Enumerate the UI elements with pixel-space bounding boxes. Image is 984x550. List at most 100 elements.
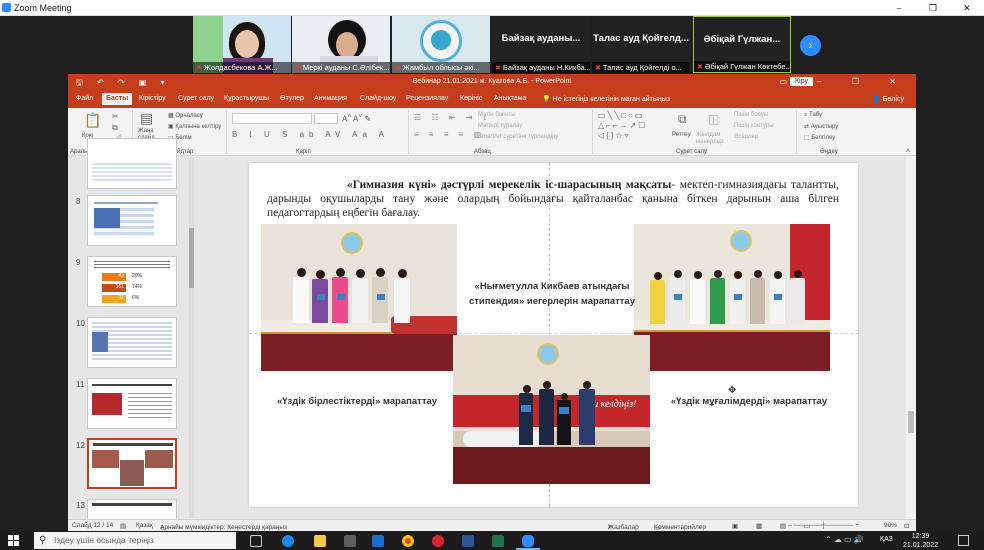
task-view-icon[interactable] bbox=[250, 535, 262, 547]
store-icon[interactable] bbox=[344, 535, 356, 547]
find-button[interactable]: ⌕ Табу bbox=[804, 112, 822, 119]
participant-tile[interactable]: Байзақ ауданы... ✖ Байзақ ауданы Н.Кикба.… bbox=[492, 16, 590, 73]
tab-animation[interactable]: Анимация bbox=[314, 95, 347, 102]
spellcheck-icon[interactable]: ▤ bbox=[120, 522, 126, 530]
participant-tile[interactable]: ✖ Жолдасбекова А.Ж... bbox=[193, 16, 291, 73]
participant-tile[interactable]: ✖ Жамбыл облысы әкі... bbox=[392, 16, 490, 73]
zoom-level[interactable]: 90% bbox=[884, 522, 897, 529]
next-participants-button[interactable]: › bbox=[800, 35, 821, 56]
edge-icon[interactable] bbox=[282, 535, 294, 547]
zoom-logo-icon bbox=[2, 3, 11, 12]
chrome-icon[interactable] bbox=[402, 535, 414, 547]
tab-transitions[interactable]: Өтулер bbox=[280, 95, 304, 102]
muted-mic-icon: ✖ bbox=[495, 65, 501, 72]
tab-home[interactable]: Басты bbox=[102, 93, 133, 105]
slide-number: 9 bbox=[76, 258, 81, 267]
windows-taskbar: ⚲ Іздеу үшін осында теріңіз ⌃ ☁ ▭ 🔊 ҚАЗ … bbox=[0, 531, 984, 550]
stat-value: 161 bbox=[102, 284, 126, 292]
slide-thumbnail[interactable]: 43 20% 161 74% 11 6% bbox=[87, 256, 177, 307]
align-buttons[interactable]: ≡ ≡ ≡ ≡ ▥ bbox=[414, 130, 485, 139]
text-direction-button[interactable]: Мәтін бағыты bbox=[478, 112, 516, 118]
excel-icon[interactable] bbox=[492, 535, 504, 547]
shape-outline-button[interactable]: Пішін контуры bbox=[734, 123, 774, 129]
tab-help[interactable]: Анықтама bbox=[494, 95, 526, 102]
participant-name: ✖ Жолдасбекова А.Ж... bbox=[193, 62, 291, 73]
ribbon-tabs: Файл Басты Кірістіру Сурет салу Құрастыр… bbox=[68, 91, 916, 108]
lightbulb-icon: 💡 bbox=[542, 96, 551, 103]
font-style-buttons[interactable]: B I U S ab AV Aa A bbox=[232, 130, 389, 139]
zoom-close-button[interactable]: ✕ bbox=[950, 0, 984, 16]
zoom-app-icon[interactable] bbox=[522, 535, 534, 547]
replace-button[interactable]: ⇄ Ауыстыру bbox=[804, 123, 838, 130]
slide-thumbnail-selected[interactable] bbox=[87, 438, 177, 489]
opera-icon[interactable] bbox=[432, 535, 444, 547]
word-icon[interactable] bbox=[462, 535, 474, 547]
tab-draw[interactable]: Сурет салу bbox=[178, 95, 214, 102]
participant-name: ✖ Талас ауд Қойгелді о... bbox=[592, 62, 690, 73]
tab-review[interactable]: Рецензиялау bbox=[406, 95, 448, 102]
powerpoint-window: 🖫 ↶ ↷ ▣ ▾ Вебинар 21.01.2021 ж. Куатова … bbox=[68, 74, 916, 531]
font-size-buttons[interactable]: A˄ A˅ ✎ bbox=[342, 113, 371, 124]
zoom-minimize-button[interactable]: – bbox=[882, 0, 916, 16]
arrange-button[interactable]: Реттеу bbox=[672, 132, 691, 138]
effects-button[interactable]: Әсерлер bbox=[734, 134, 758, 140]
file-explorer-icon[interactable] bbox=[314, 535, 326, 547]
slide-thumbnail[interactable] bbox=[87, 195, 177, 246]
search-icon: ⚲ bbox=[39, 535, 47, 546]
collapse-ribbon-icon[interactable]: ˄ bbox=[906, 148, 910, 155]
taskbar-search-input[interactable]: ⚲ Іздеу үшін осында теріңіз bbox=[34, 532, 236, 549]
input-language[interactable]: ҚАЗ bbox=[880, 536, 893, 543]
award-photo-left bbox=[261, 224, 457, 371]
tab-design[interactable]: Құрастырушы bbox=[224, 95, 269, 102]
windows-start-icon[interactable] bbox=[8, 535, 19, 546]
tell-me-box[interactable]: 💡 Не істегіңіз келетінін маған айтыңыз bbox=[542, 95, 670, 103]
reset-icon: ▣ bbox=[168, 124, 174, 130]
layout-button[interactable]: ▦ Орналасу bbox=[168, 112, 203, 119]
copy-icon[interactable]: ⧉ bbox=[112, 123, 118, 133]
zoom-maximize-button[interactable]: ❐ bbox=[916, 0, 950, 16]
slide-vertical-scrollbar[interactable] bbox=[906, 156, 916, 519]
slide-thumbnail[interactable] bbox=[87, 317, 177, 368]
ribbon: 📋 Қою ✂ ⧉ 🖌 Аралық сақтағыш ▤ Жаңа слайд… bbox=[68, 108, 916, 156]
participant-tile-active[interactable]: Әбіқай Гүлжан... ✖ Әбіқай Гүлжан Көктебе.… bbox=[693, 16, 791, 73]
quick-styles-icon: ◫ bbox=[708, 112, 720, 126]
language-indicator[interactable]: Қазақ bbox=[136, 522, 153, 529]
thumbnails-scrollbar[interactable] bbox=[189, 158, 194, 518]
zoom-slider[interactable]: – ──────┼────── + bbox=[788, 522, 859, 529]
mail-icon[interactable] bbox=[372, 535, 384, 547]
system-tray[interactable]: ⌃ ☁ ▭ 🔊 bbox=[825, 535, 864, 544]
shape-fill-button[interactable]: Пішін бояуы bbox=[734, 112, 768, 118]
notifications-icon[interactable] bbox=[958, 535, 969, 546]
tab-view[interactable]: Көрініс bbox=[460, 95, 482, 102]
award-photo-center: Қош келдіңіз! bbox=[453, 335, 650, 484]
slide-thumbnail[interactable] bbox=[87, 138, 177, 189]
select-button[interactable]: ⬚ Белгілеу bbox=[804, 134, 835, 141]
pp-window-controls[interactable]: ▭ – ❐ ✕ bbox=[779, 77, 910, 86]
font-size-field[interactable] bbox=[314, 113, 338, 124]
smartart-button[interactable]: SmartArt суретіне түрлендіру bbox=[478, 134, 558, 140]
stat-value: 43 bbox=[102, 273, 126, 281]
arrange-icon: ⧉ bbox=[678, 112, 687, 126]
share-button[interactable]: 👤 Бөлісу bbox=[872, 95, 904, 103]
slide-thumbnail[interactable] bbox=[87, 378, 177, 429]
taskbar-clock[interactable]: 12:39 21.01.2022 bbox=[903, 532, 938, 550]
align-text-button[interactable]: Мәтінді туралау bbox=[478, 123, 522, 129]
tab-file[interactable]: Файл bbox=[76, 95, 93, 102]
font-name-field[interactable] bbox=[232, 113, 312, 124]
tab-slideshow[interactable]: Слайд-шоу bbox=[360, 95, 396, 102]
quick-styles-button[interactable]: Жылдам мәнерлер bbox=[696, 132, 728, 146]
participant-tile[interactable]: Талас ауд Қойгелд... ✖ Талас ауд Қойгелді… bbox=[592, 16, 690, 73]
shapes-gallery[interactable]: ▭╲╲□○▭ △⌐⌐→↗☐ ◁{}☆▿ bbox=[598, 111, 668, 143]
slide-number: 10 bbox=[76, 319, 85, 328]
slide-canvas[interactable]: «Гимназия күні» дәстүрлі мерекелік іс-ша… bbox=[249, 163, 858, 507]
tab-insert[interactable]: Кірістіру bbox=[139, 95, 166, 102]
clock-date: 21.01.2022 bbox=[903, 542, 939, 549]
cut-icon[interactable]: ✂ bbox=[112, 112, 119, 121]
paste-icon: 📋 bbox=[84, 112, 102, 128]
reset-button[interactable]: ▣ Қалпына келтіру bbox=[168, 123, 221, 130]
participant-strip: ✖ Жолдасбекова А.Ж... ✖ Меркі ауданы С.Әлі… bbox=[0, 16, 984, 74]
participant-tile[interactable]: ✖ Меркі ауданы С.Әлібек... bbox=[292, 16, 390, 73]
award-photo-right bbox=[634, 224, 830, 371]
fit-slide-icon[interactable]: ⊡ bbox=[904, 522, 909, 530]
muted-mic-icon: ✖ bbox=[295, 65, 301, 72]
